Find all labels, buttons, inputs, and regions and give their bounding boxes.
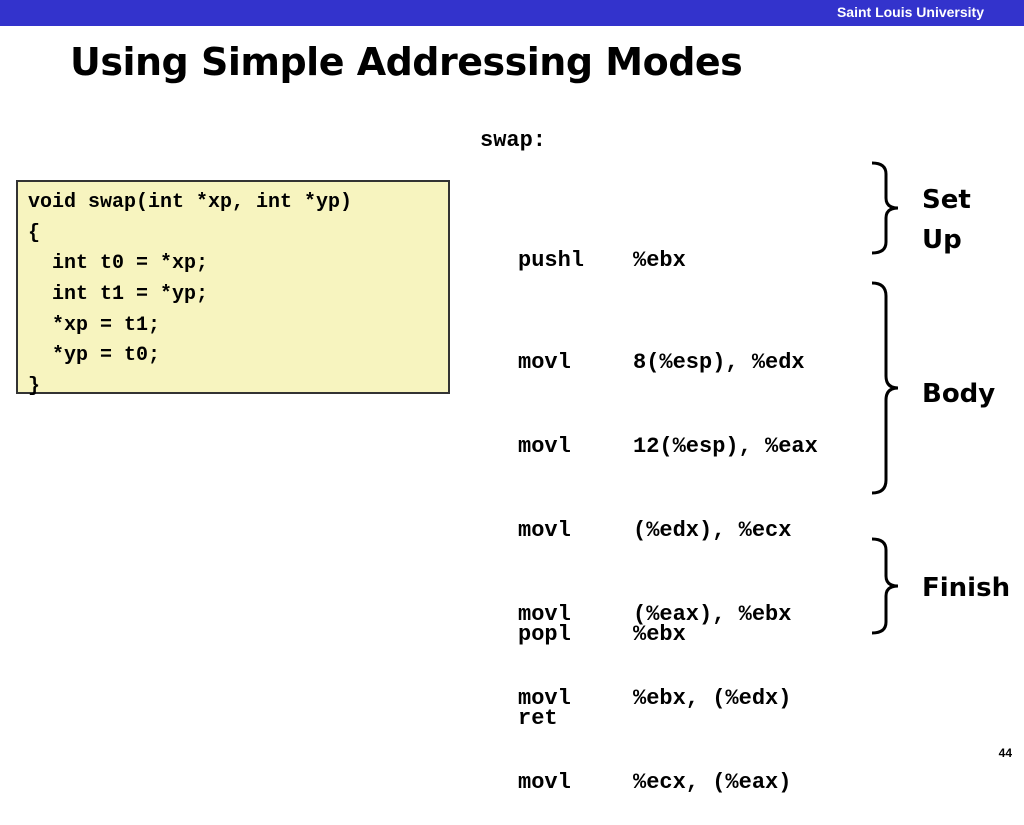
asm-instruction: movl 8(%esp), %edx bbox=[518, 346, 818, 380]
finish-instructions: popl %ebx ret bbox=[518, 568, 686, 761]
asm-opcode: ret bbox=[518, 706, 558, 731]
body-label: Body bbox=[922, 379, 996, 409]
asm-opcode: movl bbox=[518, 350, 571, 375]
code-line: } bbox=[28, 375, 41, 399]
asm-opcode: pushl bbox=[518, 248, 585, 273]
setup-brace-icon bbox=[871, 161, 899, 255]
code-line: int t0 = *xp; bbox=[28, 252, 209, 276]
asm-instruction: pushl %ebx bbox=[518, 244, 686, 278]
finish-brace-icon bbox=[871, 537, 899, 635]
top-banner: Saint Louis University bbox=[0, 0, 1024, 26]
asm-instruction: movl %ecx, (%eax) bbox=[518, 766, 818, 800]
asm-instruction: movl 12(%esp), %eax bbox=[518, 430, 818, 464]
asm-opcode: popl bbox=[518, 622, 571, 647]
asm-operands: 12(%esp), %eax bbox=[633, 434, 818, 459]
asm-instruction: popl %ebx bbox=[518, 618, 686, 652]
asm-operands: %ebx bbox=[633, 622, 686, 647]
asm-operands: (%edx), %ecx bbox=[633, 518, 792, 543]
code-line: int t1 = *yp; bbox=[28, 283, 209, 307]
setup-label-line: Up bbox=[922, 225, 962, 255]
function-label: swap: bbox=[480, 128, 547, 153]
slide-title: Using Simple Addressing Modes bbox=[70, 40, 743, 84]
body-brace-icon bbox=[871, 281, 899, 495]
c-code-box: void swap(int *xp, int *yp) { int t0 = *… bbox=[16, 180, 450, 398]
code-line: *yp = t0; bbox=[28, 344, 161, 368]
page-number: 44 bbox=[998, 746, 1012, 760]
setup-instructions: pushl %ebx bbox=[518, 194, 686, 303]
university-name: Saint Louis University bbox=[836, 4, 984, 20]
setup-label: Set Up bbox=[922, 180, 971, 260]
code-line: void swap(int *xp, int *yp) bbox=[28, 191, 353, 214]
setup-label-line: Set bbox=[922, 185, 971, 215]
asm-instruction: movl (%edx), %ecx bbox=[518, 514, 818, 548]
asm-instruction: ret bbox=[518, 702, 686, 736]
finish-label: Finish bbox=[922, 573, 1011, 603]
asm-opcode: movl bbox=[518, 518, 571, 543]
asm-opcode: movl bbox=[518, 770, 571, 795]
asm-operands: %ecx, (%eax) bbox=[633, 770, 792, 795]
asm-operands: %ebx bbox=[633, 248, 686, 273]
code-line: *xp = t1; bbox=[28, 313, 161, 337]
code-line: { bbox=[28, 221, 41, 245]
asm-operands: 8(%esp), %edx bbox=[633, 350, 805, 375]
asm-opcode: movl bbox=[518, 434, 571, 459]
